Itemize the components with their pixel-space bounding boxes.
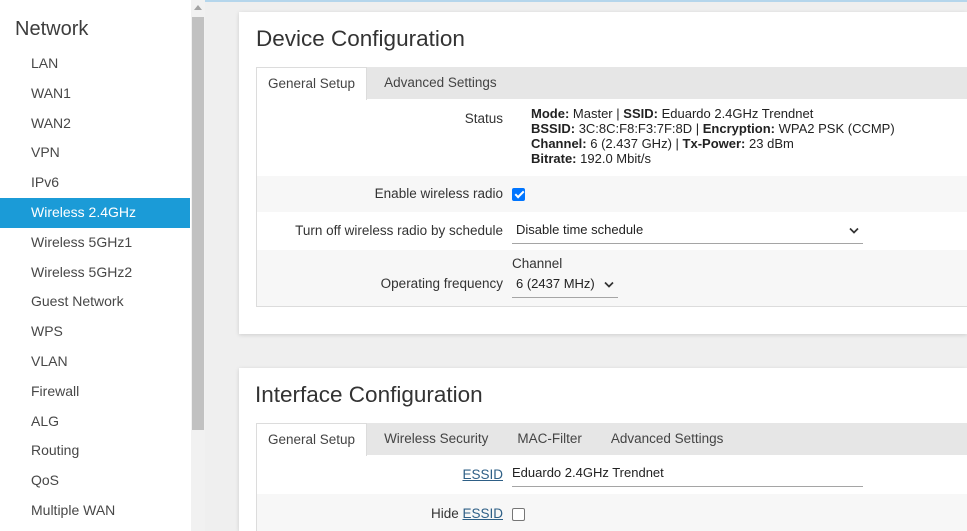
tab-general-setup[interactable]: General Setup: [256, 423, 368, 456]
status-key: Mode:: [531, 106, 570, 121]
enable-radio-checkbox[interactable]: [512, 187, 525, 201]
status-value-text: WPA2 PSK (CCMP): [778, 121, 895, 136]
status-line-channel-txpower: Channel: 6 (2.437 GHz) | Tx-Power: 23 dB…: [531, 136, 895, 151]
sidebar-item-ipv6[interactable]: IPv6: [0, 168, 190, 198]
essid-label: ESSID: [257, 467, 503, 483]
status-value-text: 3C:8C:F8:F3:7F:8D: [578, 121, 693, 136]
channel-select[interactable]: 6 (2437 MHz): [512, 272, 618, 298]
sidebar-item-wps[interactable]: WPS: [0, 317, 190, 347]
scrollbar-thumb[interactable]: [192, 17, 204, 430]
status-row: Status Mode: Master | SSID: Eduardo 2.4G…: [257, 99, 967, 176]
chevron-down-icon: [604, 281, 614, 288]
interface-configuration-panel: ESSID Eduardo 2.4GHz Trendnet Hide ESSID: [256, 455, 967, 531]
sidebar-item-alg[interactable]: ALG: [0, 407, 190, 437]
status-key: Encryption:: [702, 121, 775, 136]
status-key: Channel:: [531, 136, 587, 151]
sidebar-item-vpn[interactable]: VPN: [0, 138, 190, 168]
hide-essid-help-link[interactable]: ESSID: [462, 506, 503, 521]
sidebar-item-vlan[interactable]: VLAN: [0, 347, 190, 377]
status-separator: |: [616, 106, 620, 121]
schedule-value: Disable time schedule: [512, 218, 863, 244]
status-key: Bitrate:: [531, 151, 577, 166]
tab-advanced-settings[interactable]: Advanced Settings: [372, 67, 509, 99]
essid-value: Eduardo 2.4GHz Trendnet: [512, 462, 863, 487]
status-value-text: 23 dBm: [749, 136, 794, 151]
hide-essid-label: Hide ESSID: [257, 506, 503, 522]
sidebar-item-multiple-wan[interactable]: Multiple WAN: [0, 496, 190, 526]
sidebar-scrollbar[interactable]: [191, 0, 205, 531]
scroll-up-arrow-icon: [194, 5, 202, 10]
scroll-up-button[interactable]: [191, 0, 205, 16]
schedule-select[interactable]: Disable time schedule: [512, 218, 863, 244]
status-value: Mode: Master | SSID: Eduardo 2.4GHz Tren…: [531, 99, 895, 176]
sidebar-item-guest-network[interactable]: Guest Network: [0, 287, 190, 317]
channel-label: Channel: [512, 256, 563, 271]
sidebar-item-lan[interactable]: LAN: [0, 49, 190, 79]
enable-radio-value: [512, 187, 525, 201]
sidebar-item-wireless-5ghz1[interactable]: Wireless 5GHz1: [0, 228, 190, 258]
schedule-select-value: Disable time schedule: [516, 222, 644, 237]
essid-input[interactable]: Eduardo 2.4GHz Trendnet: [512, 462, 863, 487]
interface-configuration-card: Interface Configuration General Setup Wi…: [239, 368, 967, 531]
device-configuration-card: Device Configuration General Setup Advan…: [239, 12, 967, 334]
status-value-text: Master: [572, 106, 613, 121]
status-separator: |: [695, 121, 700, 136]
sidebar: Network LAN WAN1 WAN2 VPN IPv6 Wireless …: [0, 0, 191, 531]
chevron-down-icon: [849, 227, 859, 234]
essid-row: ESSID Eduardo 2.4GHz Trendnet: [257, 455, 967, 494]
status-key: BSSID:: [531, 121, 576, 136]
hide-essid-value: [512, 507, 525, 521]
tab-advanced-settings[interactable]: Advanced Settings: [599, 423, 736, 455]
status-value-text: 6 (2.437 GHz): [590, 136, 672, 151]
device-configuration-title: Device Configuration: [256, 26, 465, 51]
status-value-text: Eduardo 2.4GHz Trendnet: [661, 106, 814, 121]
hide-essid-checkbox[interactable]: [512, 507, 525, 521]
frequency-row: Operating frequency Channel 6 (2437 MHz): [257, 250, 967, 306]
hide-essid-label-prefix: Hide: [430, 506, 459, 521]
sidebar-item-wan2[interactable]: WAN2: [0, 109, 190, 139]
sidebar-item-wan1[interactable]: WAN1: [0, 79, 190, 109]
sidebar-item-wireless-2-4ghz[interactable]: Wireless 2.4GHz: [0, 197, 190, 228]
frequency-value: Channel 6 (2437 MHz): [512, 250, 618, 306]
status-key: Tx-Power:: [682, 136, 746, 151]
status-line-bssid-encryption: BSSID: 3C:8C:F8:F3:7F:8D | Encryption: W…: [531, 121, 895, 136]
schedule-label: Turn off wireless radio by schedule: [295, 223, 503, 238]
sidebar-item-wireless-5ghz2[interactable]: Wireless 5GHz2: [0, 258, 190, 288]
device-configuration-panel: Status Mode: Master | SSID: Eduardo 2.4G…: [256, 99, 967, 307]
tab-mac-filter[interactable]: MAC-Filter: [505, 423, 594, 455]
status-key: SSID:: [623, 106, 658, 121]
hide-essid-row: Hide ESSID: [257, 494, 967, 531]
essid-help-link[interactable]: ESSID: [462, 467, 503, 482]
status-line-mode-ssid: Mode: Master | SSID: Eduardo 2.4GHz Tren…: [531, 106, 895, 121]
device-configuration-tabs: General Setup Advanced Settings: [256, 67, 967, 100]
sidebar-item-firewall[interactable]: Firewall: [0, 377, 190, 407]
schedule-row: Turn off wireless radio by schedule Disa…: [257, 212, 967, 250]
enable-radio-row: Enable wireless radio: [257, 176, 967, 212]
tab-wireless-security[interactable]: Wireless Security: [372, 423, 500, 455]
status-line-bitrate: Bitrate: 192.0 Mbit/s: [531, 151, 895, 166]
sidebar-item-qos[interactable]: QoS: [0, 466, 190, 496]
top-border: [205, 0, 967, 2]
status-label: Status: [464, 111, 503, 126]
enable-radio-label: Enable wireless radio: [374, 186, 503, 201]
sidebar-item-routing[interactable]: Routing: [0, 436, 190, 466]
interface-configuration-tabs: General Setup Wireless Security MAC-Filt…: [256, 423, 967, 456]
sidebar-heading: Network: [15, 18, 89, 40]
status-value-text: 192.0 Mbit/s: [580, 151, 651, 166]
channel-select-value: 6 (2437 MHz): [516, 276, 595, 291]
tab-general-setup[interactable]: General Setup: [256, 67, 368, 100]
frequency-label: Operating frequency: [380, 276, 503, 291]
interface-configuration-title: Interface Configuration: [255, 382, 483, 407]
status-separator: |: [675, 136, 679, 151]
sidebar-nav: LAN WAN1 WAN2 VPN IPv6 Wireless 2.4GHz W…: [0, 49, 190, 526]
